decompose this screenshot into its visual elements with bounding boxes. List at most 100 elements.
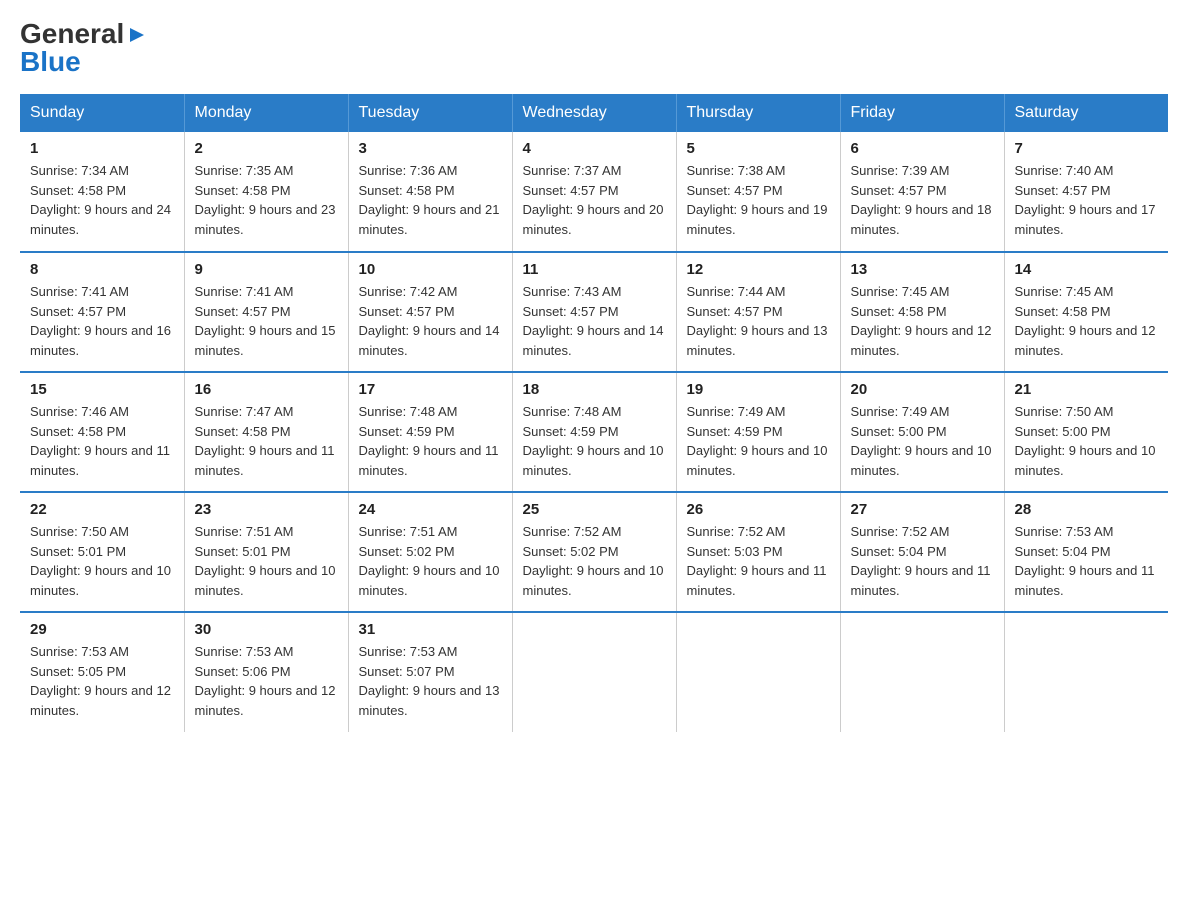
calendar-cell — [840, 612, 1004, 732]
day-number: 17 — [359, 381, 502, 398]
day-number: 31 — [359, 621, 502, 638]
day-number: 27 — [851, 501, 994, 518]
calendar-cell: 2 Sunrise: 7:35 AMSunset: 4:58 PMDayligh… — [184, 132, 348, 252]
day-number: 6 — [851, 140, 994, 157]
logo-text-blue: Blue — [20, 46, 81, 78]
day-number: 21 — [1015, 381, 1159, 398]
weekday-header-sunday: Sunday — [20, 94, 184, 132]
day-info: Sunrise: 7:51 AMSunset: 5:01 PMDaylight:… — [195, 522, 338, 600]
calendar-cell: 10 Sunrise: 7:42 AMSunset: 4:57 PMDaylig… — [348, 252, 512, 372]
calendar-cell: 27 Sunrise: 7:52 AMSunset: 5:04 PMDaylig… — [840, 492, 1004, 612]
day-info: Sunrise: 7:41 AMSunset: 4:57 PMDaylight:… — [30, 282, 174, 360]
page-header: General Blue — [20, 20, 1168, 78]
logo: General Blue — [20, 20, 148, 78]
calendar-cell: 21 Sunrise: 7:50 AMSunset: 5:00 PMDaylig… — [1004, 372, 1168, 492]
calendar-cell: 9 Sunrise: 7:41 AMSunset: 4:57 PMDayligh… — [184, 252, 348, 372]
day-info: Sunrise: 7:53 AMSunset: 5:05 PMDaylight:… — [30, 642, 174, 720]
day-number: 23 — [195, 501, 338, 518]
day-info: Sunrise: 7:34 AMSunset: 4:58 PMDaylight:… — [30, 161, 174, 239]
day-number: 7 — [1015, 140, 1159, 157]
day-info: Sunrise: 7:51 AMSunset: 5:02 PMDaylight:… — [359, 522, 502, 600]
logo-text-general: General — [20, 20, 124, 48]
day-info: Sunrise: 7:42 AMSunset: 4:57 PMDaylight:… — [359, 282, 502, 360]
calendar-cell: 17 Sunrise: 7:48 AMSunset: 4:59 PMDaylig… — [348, 372, 512, 492]
calendar-cell: 30 Sunrise: 7:53 AMSunset: 5:06 PMDaylig… — [184, 612, 348, 732]
logo-arrow-icon — [126, 24, 148, 46]
day-info: Sunrise: 7:52 AMSunset: 5:04 PMDaylight:… — [851, 522, 994, 600]
day-info: Sunrise: 7:49 AMSunset: 4:59 PMDaylight:… — [687, 402, 830, 480]
weekday-header-tuesday: Tuesday — [348, 94, 512, 132]
day-info: Sunrise: 7:46 AMSunset: 4:58 PMDaylight:… — [30, 402, 174, 480]
day-number: 24 — [359, 501, 502, 518]
day-info: Sunrise: 7:45 AMSunset: 4:58 PMDaylight:… — [1015, 282, 1159, 360]
day-info: Sunrise: 7:36 AMSunset: 4:58 PMDaylight:… — [359, 161, 502, 239]
calendar-week-row: 8 Sunrise: 7:41 AMSunset: 4:57 PMDayligh… — [20, 252, 1168, 372]
day-info: Sunrise: 7:53 AMSunset: 5:04 PMDaylight:… — [1015, 522, 1159, 600]
day-number: 20 — [851, 381, 994, 398]
calendar-cell — [676, 612, 840, 732]
calendar-cell: 16 Sunrise: 7:47 AMSunset: 4:58 PMDaylig… — [184, 372, 348, 492]
calendar-cell: 11 Sunrise: 7:43 AMSunset: 4:57 PMDaylig… — [512, 252, 676, 372]
day-number: 1 — [30, 140, 174, 157]
day-info: Sunrise: 7:53 AMSunset: 5:06 PMDaylight:… — [195, 642, 338, 720]
calendar-cell: 26 Sunrise: 7:52 AMSunset: 5:03 PMDaylig… — [676, 492, 840, 612]
day-number: 25 — [523, 501, 666, 518]
calendar-cell: 12 Sunrise: 7:44 AMSunset: 4:57 PMDaylig… — [676, 252, 840, 372]
day-number: 13 — [851, 261, 994, 278]
calendar-cell: 1 Sunrise: 7:34 AMSunset: 4:58 PMDayligh… — [20, 132, 184, 252]
day-info: Sunrise: 7:38 AMSunset: 4:57 PMDaylight:… — [687, 161, 830, 239]
calendar-cell: 13 Sunrise: 7:45 AMSunset: 4:58 PMDaylig… — [840, 252, 1004, 372]
calendar-cell: 5 Sunrise: 7:38 AMSunset: 4:57 PMDayligh… — [676, 132, 840, 252]
calendar-cell: 20 Sunrise: 7:49 AMSunset: 5:00 PMDaylig… — [840, 372, 1004, 492]
day-info: Sunrise: 7:35 AMSunset: 4:58 PMDaylight:… — [195, 161, 338, 239]
calendar-cell: 22 Sunrise: 7:50 AMSunset: 5:01 PMDaylig… — [20, 492, 184, 612]
day-info: Sunrise: 7:40 AMSunset: 4:57 PMDaylight:… — [1015, 161, 1159, 239]
calendar-week-row: 29 Sunrise: 7:53 AMSunset: 5:05 PMDaylig… — [20, 612, 1168, 732]
day-number: 30 — [195, 621, 338, 638]
day-number: 29 — [30, 621, 174, 638]
calendar-cell: 4 Sunrise: 7:37 AMSunset: 4:57 PMDayligh… — [512, 132, 676, 252]
weekday-header-wednesday: Wednesday — [512, 94, 676, 132]
day-number: 11 — [523, 261, 666, 278]
day-number: 4 — [523, 140, 666, 157]
day-number: 18 — [523, 381, 666, 398]
calendar-cell: 28 Sunrise: 7:53 AMSunset: 5:04 PMDaylig… — [1004, 492, 1168, 612]
day-number: 10 — [359, 261, 502, 278]
day-info: Sunrise: 7:52 AMSunset: 5:03 PMDaylight:… — [687, 522, 830, 600]
day-info: Sunrise: 7:53 AMSunset: 5:07 PMDaylight:… — [359, 642, 502, 720]
day-info: Sunrise: 7:43 AMSunset: 4:57 PMDaylight:… — [523, 282, 666, 360]
day-info: Sunrise: 7:48 AMSunset: 4:59 PMDaylight:… — [523, 402, 666, 480]
calendar-cell: 19 Sunrise: 7:49 AMSunset: 4:59 PMDaylig… — [676, 372, 840, 492]
day-info: Sunrise: 7:44 AMSunset: 4:57 PMDaylight:… — [687, 282, 830, 360]
weekday-header-thursday: Thursday — [676, 94, 840, 132]
calendar-cell: 6 Sunrise: 7:39 AMSunset: 4:57 PMDayligh… — [840, 132, 1004, 252]
day-info: Sunrise: 7:45 AMSunset: 4:58 PMDaylight:… — [851, 282, 994, 360]
day-number: 5 — [687, 140, 830, 157]
calendar-table: SundayMondayTuesdayWednesdayThursdayFrid… — [20, 94, 1168, 732]
day-number: 19 — [687, 381, 830, 398]
calendar-week-row: 22 Sunrise: 7:50 AMSunset: 5:01 PMDaylig… — [20, 492, 1168, 612]
day-number: 12 — [687, 261, 830, 278]
day-number: 9 — [195, 261, 338, 278]
day-info: Sunrise: 7:37 AMSunset: 4:57 PMDaylight:… — [523, 161, 666, 239]
calendar-cell: 7 Sunrise: 7:40 AMSunset: 4:57 PMDayligh… — [1004, 132, 1168, 252]
day-number: 2 — [195, 140, 338, 157]
day-number: 14 — [1015, 261, 1159, 278]
calendar-week-row: 15 Sunrise: 7:46 AMSunset: 4:58 PMDaylig… — [20, 372, 1168, 492]
calendar-cell: 29 Sunrise: 7:53 AMSunset: 5:05 PMDaylig… — [20, 612, 184, 732]
day-number: 8 — [30, 261, 174, 278]
calendar-cell: 24 Sunrise: 7:51 AMSunset: 5:02 PMDaylig… — [348, 492, 512, 612]
calendar-cell: 3 Sunrise: 7:36 AMSunset: 4:58 PMDayligh… — [348, 132, 512, 252]
calendar-cell: 15 Sunrise: 7:46 AMSunset: 4:58 PMDaylig… — [20, 372, 184, 492]
day-info: Sunrise: 7:50 AMSunset: 5:01 PMDaylight:… — [30, 522, 174, 600]
calendar-cell — [512, 612, 676, 732]
weekday-header-row: SundayMondayTuesdayWednesdayThursdayFrid… — [20, 94, 1168, 132]
day-info: Sunrise: 7:41 AMSunset: 4:57 PMDaylight:… — [195, 282, 338, 360]
day-info: Sunrise: 7:52 AMSunset: 5:02 PMDaylight:… — [523, 522, 666, 600]
day-number: 15 — [30, 381, 174, 398]
day-number: 28 — [1015, 501, 1159, 518]
day-number: 26 — [687, 501, 830, 518]
calendar-cell: 31 Sunrise: 7:53 AMSunset: 5:07 PMDaylig… — [348, 612, 512, 732]
weekday-header-saturday: Saturday — [1004, 94, 1168, 132]
calendar-cell: 25 Sunrise: 7:52 AMSunset: 5:02 PMDaylig… — [512, 492, 676, 612]
